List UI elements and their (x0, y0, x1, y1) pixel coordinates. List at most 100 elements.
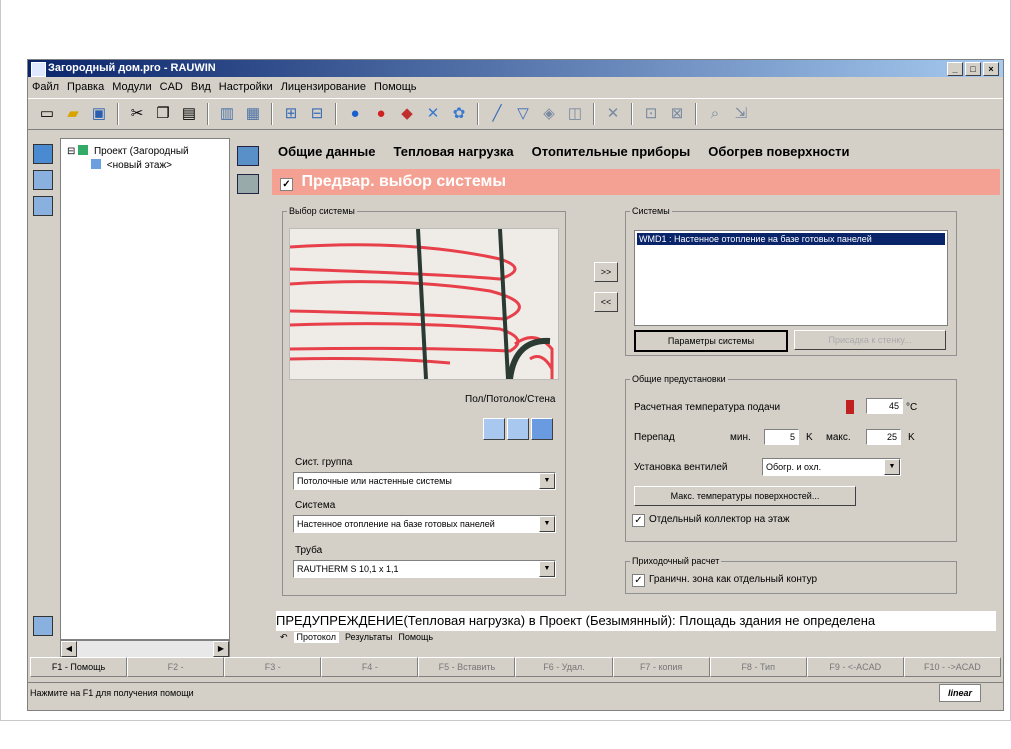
fkey-3[interactable]: F3 - (224, 657, 322, 677)
layout-icon[interactable]: ⊟ (306, 103, 328, 125)
export-icon[interactable]: ⇲ (730, 103, 752, 125)
toolbar-separator (335, 103, 337, 125)
pipe-tool-icon[interactable]: ╱ (486, 103, 508, 125)
collapse-icon[interactable]: ⊟ (67, 146, 75, 157)
pipe-select[interactable]: RAUTHERM S 10,1 x 1,1 ▼ (293, 560, 556, 578)
max-surface-temp-button[interactable]: Макс. температуры поверхностей... (634, 486, 856, 506)
floor-plan-icon[interactable] (33, 170, 53, 190)
fkey-2[interactable]: F2 - (127, 657, 225, 677)
info-icon[interactable]: ● (344, 103, 366, 125)
fkey-4[interactable]: F4 - (321, 657, 419, 677)
room-icon[interactable]: ◫ (564, 103, 586, 125)
chevron-down-icon[interactable]: ▼ (539, 473, 555, 489)
open-folder-icon[interactable]: ▰ (62, 103, 84, 125)
fkey-to-acad[interactable]: F10 - ->ACAD (903, 657, 1001, 677)
undo-icon[interactable]: ↶ (280, 632, 288, 643)
separate-collector-option[interactable]: ✓ Отдельный коллектор на этаж (632, 514, 790, 527)
valve-label: Установка вентилей (634, 462, 728, 473)
header-checkbox[interactable]: ✓ (280, 178, 293, 191)
print-icon[interactable]: ▥ (216, 103, 238, 125)
alert-icon[interactable]: ● (370, 103, 392, 125)
add-system-button[interactable]: >> (594, 262, 618, 282)
fkey-insert[interactable]: F5 - Вставить (418, 657, 516, 677)
chevron-down-icon[interactable]: ▼ (539, 561, 555, 577)
window-title: Загородный дом.pro - RAUWIN (48, 62, 216, 74)
output-tabs: ↶ Протокол Результаты Помощь (280, 632, 433, 643)
tree-node-floor[interactable]: <новый этаж> (91, 159, 172, 171)
tree-scrollbar[interactable]: ◀ ▶ (60, 640, 230, 658)
system-params-button[interactable]: Параметры системы (634, 330, 788, 352)
systems-list-item[interactable]: WMD1 : Настенное отопление на базе готов… (637, 233, 945, 245)
tab-help[interactable]: Помощь (398, 632, 433, 643)
paste-icon[interactable]: ▤ (178, 103, 200, 125)
menu-settings[interactable]: Настройки (219, 78, 273, 96)
system-value: Настенное отопление на базе готовых пане… (297, 519, 495, 529)
system-group-select[interactable]: Потолочные или настенные системы ▼ (293, 472, 556, 490)
fkey-copy[interactable]: F7 - копия (612, 657, 710, 677)
save-icon[interactable]: ▣ (88, 103, 110, 125)
close-button[interactable]: × (983, 62, 999, 76)
chevron-down-icon[interactable]: ▼ (539, 516, 555, 532)
scroll-right-icon[interactable]: ▶ (213, 641, 229, 657)
cut-icon[interactable]: ✂ (126, 103, 148, 125)
approx-legend: Приходочный расчет (632, 556, 720, 566)
copy-icon[interactable]: ❐ (152, 103, 174, 125)
pipe-label: Труба (295, 545, 323, 556)
ceiling-mount-icon[interactable] (507, 418, 529, 440)
search-icon[interactable]: ⌕ (704, 103, 726, 125)
maximize-button[interactable]: □ (965, 62, 981, 76)
new-file-icon[interactable]: ▭ (36, 103, 58, 125)
fkey-type[interactable]: F8 - Тип (709, 657, 807, 677)
fkey-delete[interactable]: F6 - Удал. (515, 657, 613, 677)
wall-mount-icon[interactable] (531, 418, 553, 440)
menu-cad[interactable]: CAD (160, 78, 183, 96)
menu-modules[interactable]: Модули (112, 78, 151, 96)
diff-max-input[interactable]: 25 (866, 429, 901, 445)
radiator-module-icon[interactable] (237, 174, 259, 194)
diff-min-input[interactable]: 5 (764, 429, 799, 445)
edge-zone-option[interactable]: ✓ Граничн. зона как отдельный контур (632, 574, 817, 587)
building-module-icon[interactable] (237, 146, 259, 166)
menu-help[interactable]: Помощь (374, 78, 417, 96)
supply-temp-input[interactable]: 45 (866, 398, 903, 414)
valve-select[interactable]: Обогр. и охл. ▼ (762, 458, 901, 476)
settings-icon[interactable]: ✿ (448, 103, 470, 125)
edge-zone-checkbox[interactable]: ✓ (632, 574, 645, 587)
preview-icon[interactable]: ▦ (242, 103, 264, 125)
tools-icon[interactable]: ✕ (422, 103, 444, 125)
menu-edit[interactable]: Правка (67, 78, 104, 96)
tab-protocol[interactable]: Протокол (293, 632, 339, 643)
warning-message: ПРЕДУПРЕЖДЕНИЕ(Тепловая нагрузка) в Прое… (276, 611, 996, 631)
separate-collector-checkbox[interactable]: ✓ (632, 514, 645, 527)
tab-radiators[interactable]: Отопительные приборы (532, 144, 691, 159)
system-select[interactable]: Настенное отопление на базе готовых пане… (293, 515, 556, 533)
valve-icon[interactable]: ◆ (396, 103, 418, 125)
minimize-button[interactable]: _ (947, 62, 963, 76)
settings-panel-icon[interactable] (33, 616, 53, 636)
remove-system-button[interactable]: << (594, 292, 618, 312)
chevron-down-icon[interactable]: ▼ (884, 459, 900, 475)
tab-surface-heating[interactable]: Обогрев поверхности (708, 144, 849, 159)
fkey-from-acad[interactable]: F9 - <-ACAD (806, 657, 904, 677)
tab-general[interactable]: Общие данные (278, 144, 375, 159)
wall-mount-button[interactable]: Присадка к стенку... (794, 330, 946, 350)
project-view-icon[interactable] (33, 144, 53, 164)
menu-view[interactable]: Вид (191, 78, 211, 96)
tab-results[interactable]: Результаты (345, 632, 392, 643)
zone-icon[interactable]: ◈ (538, 103, 560, 125)
delete-icon[interactable]: ✕ (602, 103, 624, 125)
systems-list[interactable]: WMD1 : Настенное отопление на базе готов… (634, 230, 948, 326)
floor-mount-icon[interactable] (483, 418, 505, 440)
layers-icon[interactable] (33, 196, 53, 216)
tab-heat-load[interactable]: Тепловая нагрузка (393, 144, 513, 159)
tree-node-project[interactable]: ⊟ Проект (Загородный (67, 145, 189, 157)
scroll-left-icon[interactable]: ◀ (61, 641, 77, 657)
menu-file[interactable]: Файл (32, 78, 59, 96)
fkey-help[interactable]: F1 - Помощь (30, 657, 128, 677)
zoom-window-icon[interactable]: ⊡ (640, 103, 662, 125)
network-icon[interactable]: ⊞ (280, 103, 302, 125)
menu-licensing[interactable]: Лицензирование (281, 78, 366, 96)
presets-group: Общие предустановки Расчетная температур… (625, 374, 957, 542)
filter-icon[interactable]: ▽ (512, 103, 534, 125)
zoom-all-icon[interactable]: ⊠ (666, 103, 688, 125)
